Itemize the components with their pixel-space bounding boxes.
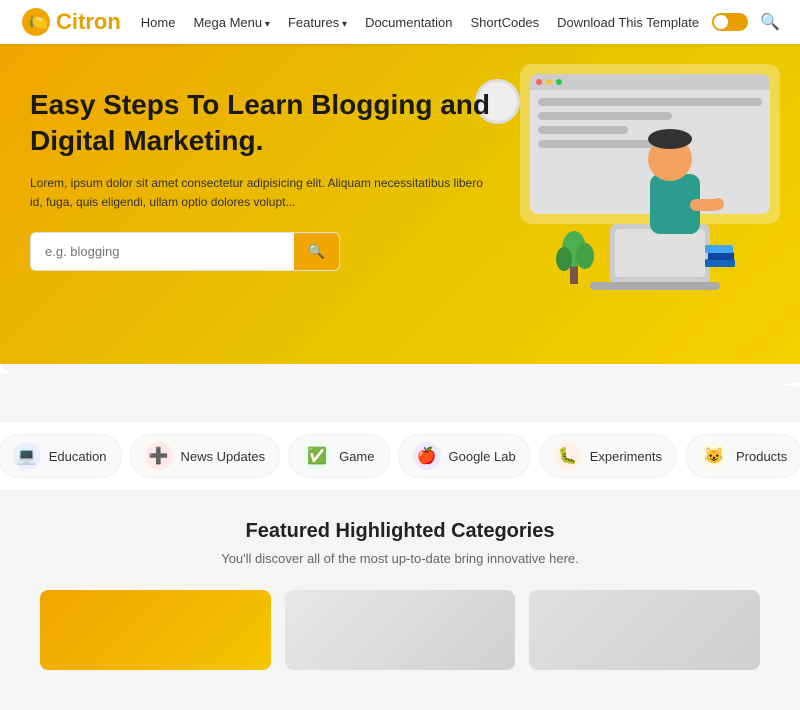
hero-content: Easy Steps To Learn Blogging and Digital… (30, 87, 490, 271)
nav-right: 🔍 (712, 12, 780, 32)
category-google-lab[interactable]: 🍎 Google Lab (398, 434, 531, 478)
search-input[interactable] (31, 234, 294, 269)
products-icon: 😺 (700, 442, 728, 470)
logo-icon: 🍋 (20, 6, 52, 38)
category-education[interactable]: 💻 Education (0, 434, 122, 478)
categories-bar: 💻 Education ➕ News Updates ✅ Game 🍎 Goog… (0, 422, 800, 490)
featured-section: Featured Highlighted Categories You'll d… (0, 490, 800, 710)
hero-subtitle: Lorem, ipsum dolor sit amet consectetur … (30, 174, 490, 212)
nav-home[interactable]: Home (141, 15, 176, 30)
hero-title: Easy Steps To Learn Blogging and Digital… (30, 87, 490, 160)
news-updates-label: News Updates (181, 449, 266, 464)
featured-subtitle: You'll discover all of the most up-to-da… (20, 551, 780, 566)
experiments-icon: 🐛 (554, 442, 582, 470)
nav-features[interactable]: Features (288, 15, 347, 30)
cards-row (20, 590, 780, 690)
experiments-label: Experiments (590, 449, 662, 464)
card-1[interactable] (40, 590, 271, 670)
game-label: Game (339, 449, 374, 464)
person-illustration (550, 104, 750, 284)
nav-shortcodes[interactable]: ShortCodes (471, 15, 540, 30)
category-experiments[interactable]: 🐛 Experiments (539, 434, 677, 478)
game-icon: ✅ (303, 442, 331, 470)
products-label: Products (736, 449, 787, 464)
theme-toggle[interactable] (712, 13, 748, 31)
nav-links: Home Mega Menu Features Documentation Sh… (141, 15, 712, 30)
education-label: Education (49, 449, 107, 464)
hero-section: Easy Steps To Learn Blogging and Digital… (0, 44, 800, 364)
navbar: 🍋 Citron Home Mega Menu Features Documen… (0, 0, 800, 44)
logo-text: Citron (56, 9, 121, 35)
google-lab-label: Google Lab (449, 449, 516, 464)
logo[interactable]: 🍋 Citron (20, 6, 121, 38)
nav-download[interactable]: Download This Template (557, 15, 699, 30)
featured-title: Featured Highlighted Categories (20, 520, 780, 543)
search-button[interactable]: 🔍 (294, 233, 339, 270)
nav-mega-menu[interactable]: Mega Menu (193, 15, 269, 30)
category-products[interactable]: 😺 Products (685, 434, 800, 478)
news-updates-icon: ➕ (145, 442, 173, 470)
card-3[interactable] (529, 590, 760, 670)
google-lab-icon: 🍎 (413, 442, 441, 470)
search-icon[interactable]: 🔍 (760, 12, 780, 32)
hero-illustration (490, 64, 780, 304)
wave-separator (0, 362, 800, 422)
category-game[interactable]: ✅ Game (288, 434, 389, 478)
category-news-updates[interactable]: ➕ News Updates (130, 434, 281, 478)
card-2[interactable] (285, 590, 516, 670)
svg-text:🍋: 🍋 (28, 14, 48, 32)
nav-documentation[interactable]: Documentation (365, 15, 452, 30)
education-icon: 💻 (13, 442, 41, 470)
search-bar: 🔍 (30, 232, 340, 271)
